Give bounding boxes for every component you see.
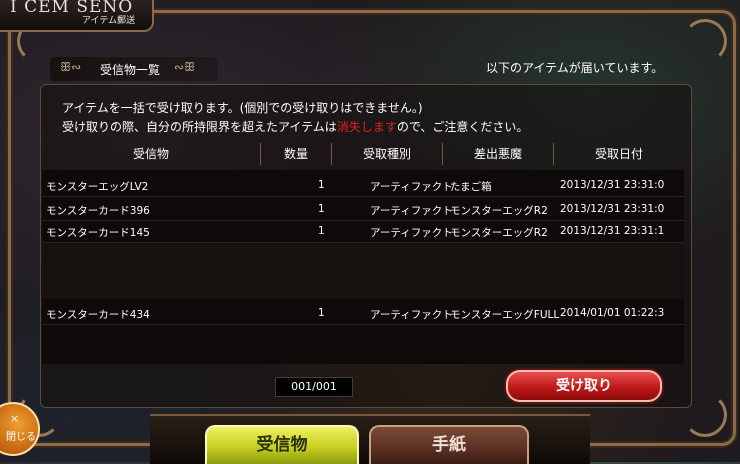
cell-date: 2013/12/31 23:31:0 — [560, 203, 665, 215]
cell-item: モンスターカード396 — [46, 205, 150, 217]
cell-item: モンスターカード434 — [46, 309, 150, 321]
frame-ornament-top-right — [683, 19, 727, 63]
column-header-item: 受信物 — [42, 143, 261, 165]
cell-qty: 1 — [318, 179, 325, 191]
section-title: 受信物一覧 — [100, 63, 161, 77]
cell-sender: モンスターエッグR2 — [450, 205, 548, 217]
cell-sender: モンスターエッグR2 — [450, 227, 548, 239]
table-empty-gap — [42, 243, 684, 299]
description-line-2-pre: 受け取りの際、自分の所持限界を超えたアイテムは — [62, 120, 337, 134]
column-header-date: 受取日付 — [594, 147, 643, 161]
tab-inbox[interactable]: 受信物 — [205, 425, 359, 464]
receive-button[interactable]: 受け取り — [506, 370, 662, 402]
cell-item: モンスターエッグLV2 — [46, 181, 149, 193]
cell-item: モンスターカード145 — [46, 227, 150, 239]
cell-date: 2013/12/31 23:31:1 — [560, 225, 665, 237]
cell-sender: モンスターエッグFULL — [450, 309, 560, 321]
close-label: 閉じる — [6, 432, 36, 443]
close-icon: × — [10, 412, 20, 425]
cell-date: 2013/12/31 23:31:0 — [560, 179, 665, 191]
cell-qty: 1 — [318, 225, 325, 237]
window-subtitle: アイテム郵送 — [82, 16, 136, 26]
page-indicator: 001/001 — [275, 377, 353, 397]
description-line-2: 受け取りの際、自分の所持限界を超えたアイテムは消失しますので、ご注意ください。 — [62, 118, 528, 135]
description-line-2-post: ので、ご注意ください。 — [396, 120, 529, 134]
table-row[interactable]: モンスターエッグLV2 1 アーティファクト たまご箱 2013/12/31 2… — [42, 174, 684, 197]
tab-letter[interactable]: 手紙 — [369, 425, 529, 464]
cell-type: アーティファクト — [370, 309, 453, 321]
cell-type: アーティファクト — [370, 205, 453, 217]
ornament-right-icon: ∾ꕥ — [174, 60, 196, 74]
cell-qty: 1 — [318, 307, 325, 319]
table-row[interactable]: モンスターカード434 1 アーティファクト モンスターエッグFULL 2014… — [42, 302, 684, 325]
column-header-type: 受取種別 — [332, 143, 443, 165]
description-line-1: アイテムを一括で受け取ります。(個別での受け取りはできません。) — [62, 101, 423, 115]
window-title-plate: I CEM SENO アイテム郵送 — [0, 0, 154, 32]
table-row[interactable]: モンスターカード396 1 アーティファクト モンスターエッグR2 2013/1… — [42, 198, 684, 221]
cell-sender: たまご箱 — [450, 181, 492, 193]
ornament-left-icon: ꕥ∾ — [60, 60, 82, 74]
cell-type: アーティファクト — [370, 181, 453, 193]
cell-qty: 1 — [318, 203, 325, 215]
table-row[interactable]: モンスターカード145 1 アーティファクト モンスターエッグR2 2013/1… — [42, 220, 684, 243]
section-header: ꕥ∾ 受信物一覧 ∾ꕥ — [50, 57, 218, 81]
warning-text: 消失します — [336, 120, 397, 134]
column-header-qty: 数量 — [261, 143, 332, 165]
column-header-sender: 差出悪魔 — [443, 143, 554, 165]
arrival-notice: 以下のアイテムが届いています。 — [486, 61, 664, 75]
received-items-table: モンスターエッグLV2 1 アーティファクト たまご箱 2013/12/31 2… — [42, 170, 684, 364]
cell-type: アーティファクト — [370, 227, 453, 239]
cell-date: 2014/01/01 01:22:3 — [560, 307, 665, 319]
